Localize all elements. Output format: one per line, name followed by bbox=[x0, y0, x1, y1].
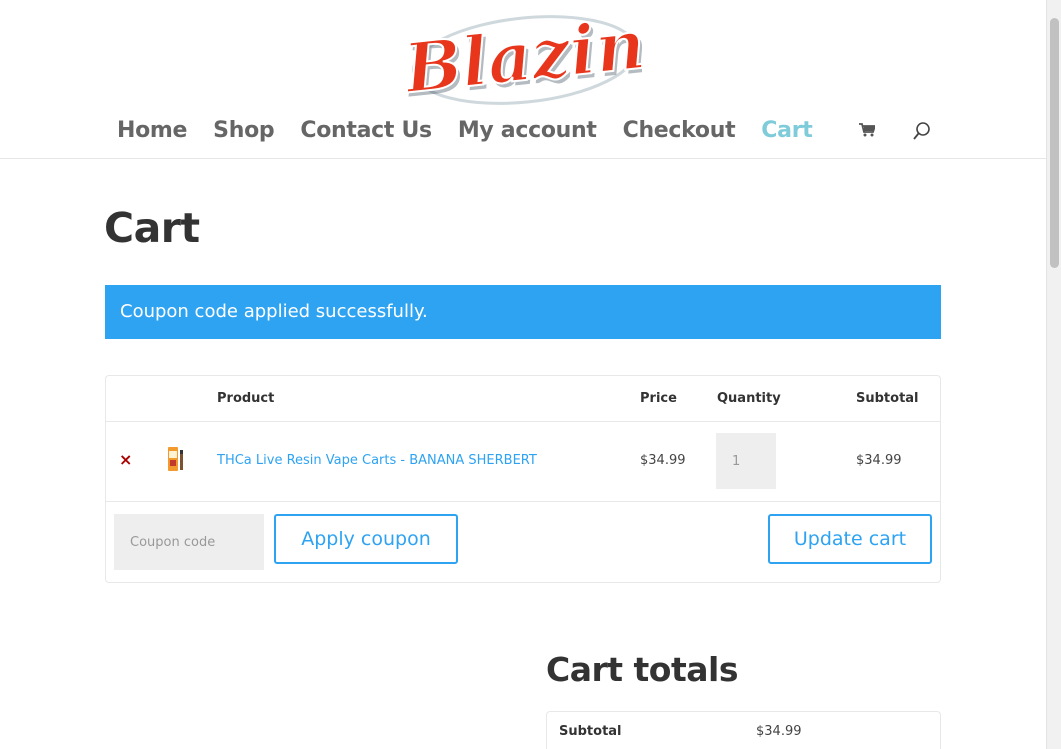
totals-subtotal-value: $34.99 bbox=[756, 724, 802, 739]
product-thumbnail[interactable] bbox=[166, 446, 186, 472]
cart-table: Product Price Quantity Subtotal × THCa L… bbox=[105, 375, 941, 583]
header-subtotal: Subtotal bbox=[856, 391, 919, 406]
product-name-link[interactable]: THCa Live Resin Vape Carts - BANANA SHER… bbox=[217, 453, 537, 468]
logo-wordmark: Blazin bbox=[408, 8, 642, 110]
header-price: Price bbox=[640, 391, 677, 406]
main-nav: Home Shop Contact Us My account Checkout… bbox=[117, 114, 838, 146]
blazin-logo[interactable]: Blazin Blazin bbox=[408, 8, 642, 114]
search-icon[interactable] bbox=[913, 121, 931, 141]
nav-cart[interactable]: Cart bbox=[761, 118, 812, 143]
totals-subtotal-label: Subtotal bbox=[559, 724, 622, 739]
nav-my-account[interactable]: My account bbox=[458, 118, 597, 143]
page-title: Cart bbox=[104, 204, 200, 252]
nav-shop[interactable]: Shop bbox=[213, 118, 274, 143]
scrollbar-thumb[interactable] bbox=[1050, 18, 1059, 268]
nav-contact-us[interactable]: Contact Us bbox=[300, 118, 432, 143]
remove-item-icon[interactable]: × bbox=[119, 452, 132, 468]
cart-totals-table: Subtotal $34.99 bbox=[546, 711, 941, 749]
cart-totals-title: Cart totals bbox=[546, 650, 738, 689]
cart-icon[interactable] bbox=[859, 123, 875, 137]
quantity-input[interactable] bbox=[716, 433, 776, 489]
header-quantity: Quantity bbox=[717, 391, 781, 406]
update-cart-button[interactable]: Update cart bbox=[768, 514, 932, 564]
header-product: Product bbox=[217, 391, 275, 406]
site-header: Blazin Blazin Home Shop Contact Us My ac… bbox=[0, 0, 1046, 159]
coupon-success-notice: Coupon code applied successfully. bbox=[105, 285, 941, 339]
page-scrollbar[interactable] bbox=[1046, 0, 1061, 749]
divider bbox=[106, 421, 940, 422]
item-price: $34.99 bbox=[640, 453, 686, 468]
nav-checkout[interactable]: Checkout bbox=[623, 118, 736, 143]
apply-coupon-button[interactable]: Apply coupon bbox=[274, 514, 458, 564]
item-subtotal: $34.99 bbox=[856, 453, 902, 468]
nav-home[interactable]: Home bbox=[117, 118, 187, 143]
divider bbox=[106, 501, 940, 502]
coupon-code-input[interactable] bbox=[114, 514, 264, 570]
